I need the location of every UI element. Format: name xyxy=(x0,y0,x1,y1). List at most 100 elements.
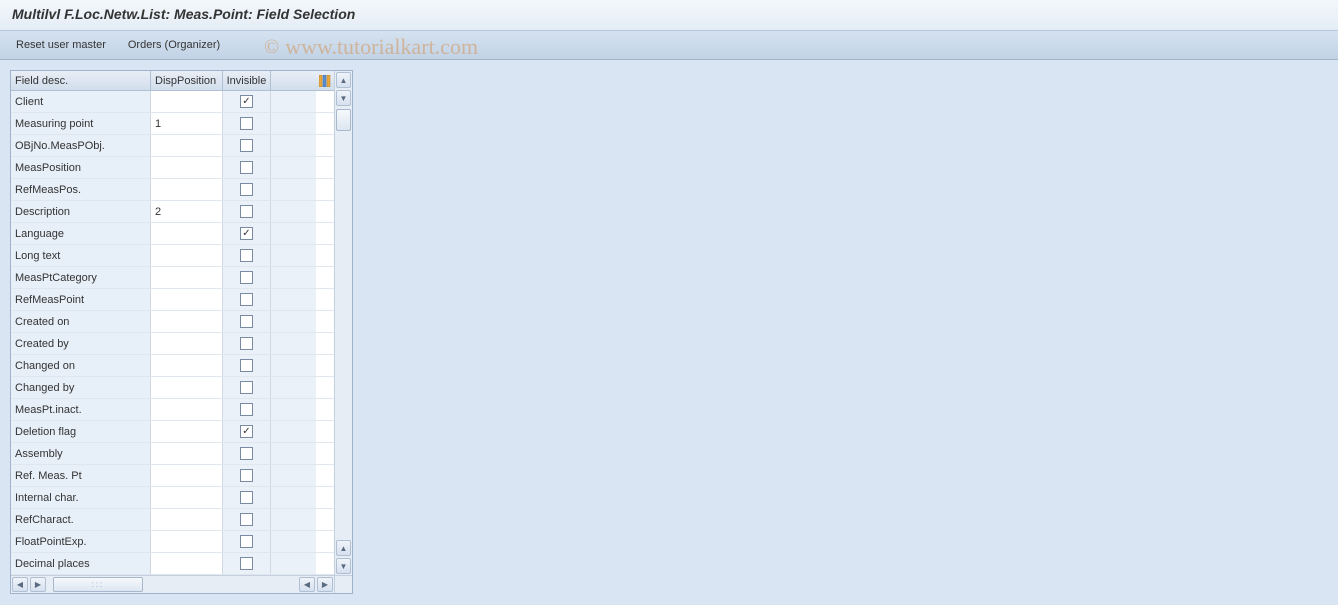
scroll-down-button[interactable]: ▼ xyxy=(336,90,351,106)
invisible-checkbox[interactable] xyxy=(240,227,253,240)
cell-field-desc[interactable]: FloatPointExp. xyxy=(11,531,151,552)
invisible-checkbox[interactable] xyxy=(240,557,253,570)
vscroll-track[interactable] xyxy=(335,107,352,539)
scroll-left-button[interactable]: ◀ xyxy=(12,577,28,592)
invisible-checkbox[interactable] xyxy=(240,359,253,372)
disp-position-input[interactable] xyxy=(155,492,218,504)
invisible-checkbox[interactable] xyxy=(240,513,253,526)
invisible-checkbox[interactable] xyxy=(240,205,253,218)
invisible-checkbox[interactable] xyxy=(240,469,253,482)
invisible-checkbox[interactable] xyxy=(240,161,253,174)
cell-field-desc[interactable]: Deletion flag xyxy=(11,421,151,442)
disp-position-input[interactable] xyxy=(155,162,218,174)
cell-disp-position xyxy=(151,157,223,178)
invisible-checkbox[interactable] xyxy=(240,381,253,394)
cell-field-desc[interactable]: Changed by xyxy=(11,377,151,398)
cell-field-desc[interactable]: Ref. Meas. Pt xyxy=(11,465,151,486)
scroll-up-bottom-button[interactable]: ▲ xyxy=(336,540,351,556)
cell-field-desc[interactable]: Assembly xyxy=(11,443,151,464)
cell-field-desc[interactable]: RefCharact. xyxy=(11,509,151,530)
disp-position-input[interactable] xyxy=(155,382,218,394)
cell-field-desc[interactable]: Created on xyxy=(11,311,151,332)
disp-position-input[interactable] xyxy=(155,404,218,416)
col-header-field-desc[interactable]: Field desc. xyxy=(11,71,151,90)
cell-invisible xyxy=(223,333,271,354)
cell-invisible xyxy=(223,179,271,200)
cell-spacer xyxy=(271,443,316,464)
invisible-checkbox[interactable] xyxy=(240,447,253,460)
invisible-checkbox[interactable] xyxy=(240,139,253,152)
invisible-checkbox[interactable] xyxy=(240,535,253,548)
invisible-checkbox[interactable] xyxy=(240,271,253,284)
table-settings-button[interactable] xyxy=(316,75,334,87)
cell-field-desc[interactable]: RefMeasPos. xyxy=(11,179,151,200)
disp-position-input[interactable] xyxy=(155,470,218,482)
cell-field-desc[interactable]: Decimal places xyxy=(11,553,151,574)
cell-field-desc[interactable]: Created by xyxy=(11,333,151,354)
cell-spacer xyxy=(271,487,316,508)
scroll-down-bottom-button[interactable]: ▼ xyxy=(336,558,351,574)
invisible-checkbox[interactable] xyxy=(240,315,253,328)
disp-position-input[interactable] xyxy=(155,294,218,306)
disp-position-input[interactable] xyxy=(155,206,218,218)
invisible-checkbox[interactable] xyxy=(240,491,253,504)
disp-position-input[interactable] xyxy=(155,272,218,284)
cell-invisible xyxy=(223,421,271,442)
invisible-checkbox[interactable] xyxy=(240,183,253,196)
horizontal-scrollbar[interactable]: ◀ ▶ ::: ◀ ▶ xyxy=(11,575,334,593)
scroll-up-button[interactable]: ▲ xyxy=(336,72,351,88)
disp-position-input[interactable] xyxy=(155,250,218,262)
content-area: Field desc. DispPosition Invisible xyxy=(0,60,1338,604)
invisible-checkbox[interactable] xyxy=(240,337,253,350)
cell-field-desc[interactable]: Changed on xyxy=(11,355,151,376)
cell-field-desc[interactable]: Internal char. xyxy=(11,487,151,508)
disp-position-input[interactable] xyxy=(155,558,218,570)
hscroll-thumb[interactable]: ::: xyxy=(53,577,143,592)
cell-spacer xyxy=(271,531,316,552)
vscroll-thumb[interactable] xyxy=(336,109,351,131)
invisible-checkbox[interactable] xyxy=(240,95,253,108)
scroll-right-button[interactable]: ▶ xyxy=(30,577,46,592)
cell-field-desc[interactable]: MeasPtCategory xyxy=(11,267,151,288)
cell-field-desc[interactable]: RefMeasPoint xyxy=(11,289,151,310)
scroll-right-right-button[interactable]: ▶ xyxy=(317,577,333,592)
hscroll-track[interactable]: ::: xyxy=(47,576,298,593)
disp-position-input[interactable] xyxy=(155,140,218,152)
disp-position-input[interactable] xyxy=(155,316,218,328)
cell-field-desc[interactable]: Language xyxy=(11,223,151,244)
disp-position-input[interactable] xyxy=(155,118,218,130)
cell-field-desc[interactable]: Description xyxy=(11,201,151,222)
disp-position-input[interactable] xyxy=(155,426,218,438)
disp-position-input[interactable] xyxy=(155,360,218,372)
invisible-checkbox[interactable] xyxy=(240,249,253,262)
disp-position-input[interactable] xyxy=(155,536,218,548)
cell-field-desc[interactable]: Measuring point xyxy=(11,113,151,134)
cell-spacer xyxy=(271,421,316,442)
cell-invisible xyxy=(223,267,271,288)
cell-invisible xyxy=(223,91,271,112)
col-header-invisible[interactable]: Invisible xyxy=(223,71,271,90)
disp-position-input[interactable] xyxy=(155,338,218,350)
disp-position-input[interactable] xyxy=(155,228,218,240)
invisible-checkbox[interactable] xyxy=(240,425,253,438)
vertical-scrollbar[interactable]: ▲ ▼ ▲ ▼ xyxy=(334,71,352,575)
disp-position-input[interactable] xyxy=(155,514,218,526)
cell-spacer xyxy=(271,245,316,266)
cell-invisible xyxy=(223,377,271,398)
cell-disp-position xyxy=(151,421,223,442)
invisible-checkbox[interactable] xyxy=(240,117,253,130)
cell-field-desc[interactable]: OBjNo.MeasPObj. xyxy=(11,135,151,156)
reset-user-master-button[interactable]: Reset user master xyxy=(12,37,110,53)
cell-field-desc[interactable]: Long text xyxy=(11,245,151,266)
scroll-left-right-button[interactable]: ◀ xyxy=(299,577,315,592)
invisible-checkbox[interactable] xyxy=(240,293,253,306)
cell-field-desc[interactable]: MeasPosition xyxy=(11,157,151,178)
invisible-checkbox[interactable] xyxy=(240,403,253,416)
disp-position-input[interactable] xyxy=(155,96,218,108)
col-header-disp-position[interactable]: DispPosition xyxy=(151,71,223,90)
disp-position-input[interactable] xyxy=(155,448,218,460)
orders-organizer-button[interactable]: Orders (Organizer) xyxy=(124,37,224,53)
cell-field-desc[interactable]: Client xyxy=(11,91,151,112)
disp-position-input[interactable] xyxy=(155,184,218,196)
cell-field-desc[interactable]: MeasPt.inact. xyxy=(11,399,151,420)
